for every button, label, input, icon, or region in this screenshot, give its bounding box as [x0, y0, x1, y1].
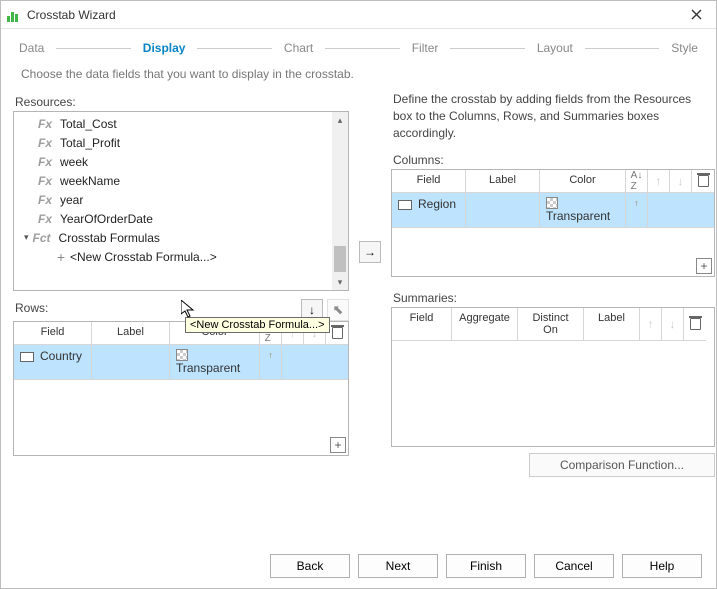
- rows-header-label[interactable]: Label: [92, 322, 170, 345]
- finish-button[interactable]: Finish: [446, 554, 526, 578]
- cols-moveup-button[interactable]: ↑: [648, 170, 670, 193]
- app-logo-icon: [7, 8, 21, 22]
- cancel-button[interactable]: Cancel: [534, 554, 614, 578]
- resource-group[interactable]: ▾FctCrosstab Formulas: [18, 228, 348, 247]
- cols-header-label[interactable]: Label: [466, 170, 540, 193]
- arrow-down-icon: ↓: [309, 303, 315, 317]
- scroll-down-icon[interactable]: ▾: [332, 274, 348, 290]
- sort-asc-icon[interactable]: ↑: [268, 350, 273, 360]
- comparison-function-button[interactable]: Comparison Function...: [529, 453, 715, 477]
- plus-icon: +: [700, 259, 707, 273]
- sum-header-aggregate[interactable]: Aggregate: [452, 308, 518, 341]
- cols-delete-button[interactable]: [692, 170, 714, 193]
- trash-icon: [690, 318, 701, 330]
- resource-item[interactable]: FxweekName: [18, 171, 348, 190]
- tab-data[interactable]: Data: [17, 39, 46, 57]
- sum-moveup-button[interactable]: ↑: [640, 308, 662, 341]
- sum-movedown-button[interactable]: ↓: [662, 308, 684, 341]
- transparent-swatch-icon: [176, 349, 188, 361]
- arrow-up-remove-icon: ⬉: [333, 302, 344, 318]
- sum-header-distinct[interactable]: Distinct On: [518, 308, 584, 341]
- cols-header-color[interactable]: Color: [540, 170, 626, 193]
- field-icon: [20, 352, 34, 362]
- tab-display[interactable]: Display: [141, 39, 188, 57]
- resource-item[interactable]: FxTotal_Cost: [18, 114, 348, 133]
- summaries-label: Summaries:: [393, 291, 715, 305]
- summaries-empty: [392, 341, 714, 363]
- cols-sort-button[interactable]: A↓Z: [626, 170, 648, 193]
- sum-delete-button[interactable]: [684, 308, 706, 341]
- help-button[interactable]: Help: [622, 554, 702, 578]
- fx-icon: Fx: [38, 117, 60, 131]
- close-icon: [691, 9, 702, 20]
- resource-item[interactable]: FxTotal_Profit: [18, 133, 348, 152]
- resource-item[interactable]: Fxweek: [18, 152, 348, 171]
- columns-label: Columns:: [393, 153, 715, 167]
- tab-chart[interactable]: Chart: [282, 39, 315, 57]
- chevron-down-icon: ▾: [24, 232, 29, 243]
- resources-label: Resources:: [15, 95, 349, 109]
- cols-add-button[interactable]: +: [696, 258, 712, 274]
- wizard-tabs: Data Display Chart Filter Layout Style: [1, 29, 716, 63]
- arrow-up-icon: ↑: [656, 174, 662, 188]
- fx-icon: Fx: [38, 193, 60, 207]
- fx-icon: Fx: [38, 136, 60, 150]
- resource-item[interactable]: FxYearOfOrderDate: [18, 209, 348, 228]
- move-right-button[interactable]: →: [359, 241, 381, 263]
- wizard-footer: Back Next Finish Cancel Help: [270, 554, 702, 578]
- arrow-down-icon: ↓: [670, 317, 676, 331]
- cols-row[interactable]: Region Transparent ↑: [392, 193, 714, 228]
- rows-add-button[interactable]: +: [330, 437, 346, 453]
- titlebar: Crosstab Wizard: [1, 1, 716, 29]
- resources-scrollbar[interactable]: ▴ ▾: [332, 112, 348, 290]
- fct-icon: Fct: [33, 231, 59, 245]
- close-button[interactable]: [682, 1, 710, 29]
- fx-icon: Fx: [38, 212, 60, 226]
- tab-filter[interactable]: Filter: [410, 39, 441, 57]
- rows-grid: Field Label Color A↓Z ↑ ↓ Country Transp…: [13, 321, 349, 456]
- fx-icon: Fx: [38, 155, 60, 169]
- scroll-up-icon[interactable]: ▴: [332, 112, 348, 128]
- remove-row-button[interactable]: ⬉: [327, 299, 349, 321]
- arrow-down-icon: ↓: [678, 174, 684, 188]
- cols-movedown-button[interactable]: ↓: [670, 170, 692, 193]
- sum-header-field[interactable]: Field: [392, 308, 452, 341]
- arrow-up-icon: ↑: [648, 317, 654, 331]
- sort-asc-icon[interactable]: ↑: [634, 198, 639, 208]
- rows-header-field[interactable]: Field: [14, 322, 92, 345]
- trash-icon: [698, 175, 709, 187]
- columns-grid: Field Label Color A↓Z ↑ ↓ Region Transpa…: [391, 169, 715, 277]
- rows-label: Rows:: [15, 301, 295, 315]
- transparent-swatch-icon: [546, 197, 558, 209]
- back-button[interactable]: Back: [270, 554, 350, 578]
- fx-icon: Fx: [38, 174, 60, 188]
- page-subtitle: Choose the data fields that you want to …: [1, 63, 716, 91]
- tab-layout[interactable]: Layout: [535, 39, 575, 57]
- cols-header-field[interactable]: Field: [392, 170, 466, 193]
- new-crosstab-formula[interactable]: +<New Crosstab Formula...>: [18, 247, 348, 266]
- arrow-right-icon: →: [364, 245, 376, 259]
- window-title: Crosstab Wizard: [27, 8, 682, 22]
- resource-item[interactable]: Fxyear: [18, 190, 348, 209]
- trash-icon: [332, 327, 343, 339]
- plus-icon: +: [334, 438, 341, 452]
- rows-row[interactable]: Country Transparent ↑: [14, 345, 348, 380]
- summaries-grid: Field Aggregate Distinct On Label ↑ ↓: [391, 307, 715, 447]
- tooltip: <New Crosstab Formula...>: [185, 317, 330, 333]
- tab-style[interactable]: Style: [669, 39, 700, 57]
- field-icon: [398, 200, 412, 210]
- sort-icon: A↓Z: [631, 170, 643, 192]
- info-text: Define the crosstab by adding fields fro…: [391, 91, 715, 149]
- sum-header-label[interactable]: Label: [584, 308, 640, 341]
- scroll-thumb[interactable]: [334, 246, 346, 272]
- next-button[interactable]: Next: [358, 554, 438, 578]
- plus-icon: +: [52, 249, 70, 265]
- resources-tree[interactable]: FxTotal_Cost FxTotal_Profit Fxweek Fxwee…: [13, 111, 349, 291]
